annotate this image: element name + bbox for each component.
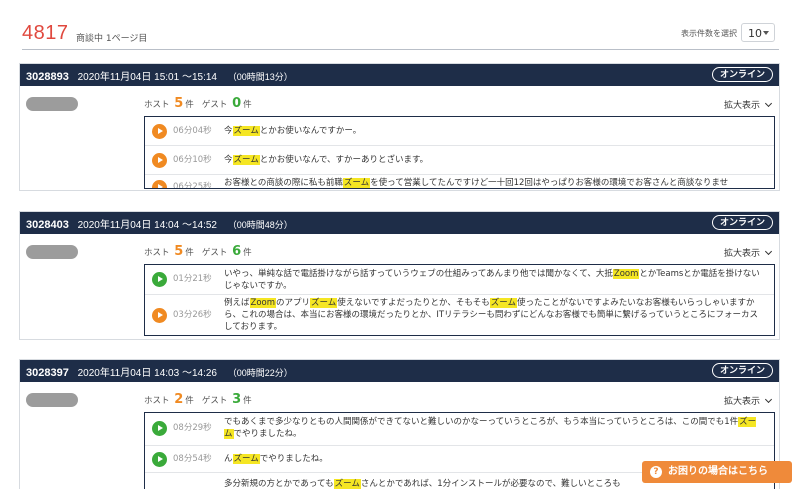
meeting-datetime: 2020年11月04日 14:03 ～14:26	[77, 368, 217, 379]
play-icon[interactable]	[152, 308, 167, 323]
guest-label: ゲスト	[201, 396, 228, 406]
keyword-highlight: ズーム	[232, 155, 260, 165]
meeting-duration: （00時間48分）	[227, 220, 293, 230]
expand-toggle[interactable]: 拡大表示	[723, 246, 773, 259]
host-unit: 件	[185, 396, 194, 406]
chevron-down-icon	[763, 31, 769, 35]
keyword-highlight: ズーム	[333, 479, 361, 489]
guest-count: 3	[232, 392, 242, 407]
play-icon[interactable]	[152, 272, 167, 287]
page: 4817 商談中 1ページ目 表示件数を選択 10 3028893 2020年1…	[0, 0, 800, 489]
help-label: お困りの場合はこちら	[668, 466, 768, 477]
meeting-card-header: 3028893 2020年11月04日 15:01 ～15:14 （00時間13…	[20, 64, 779, 86]
meeting-datetime: 2020年11月04日 14:04 ～14:52	[77, 220, 217, 231]
page-size-label: 表示件数を選択	[681, 29, 737, 38]
expand-label: 拡大表示	[723, 397, 760, 407]
meeting-card-header: 3028397 2020年11月04日 14:03 ～14:26 （00時間22…	[20, 360, 779, 382]
expand-toggle[interactable]: 拡大表示	[723, 98, 773, 111]
guest-unit: 件	[243, 100, 252, 110]
avatar	[26, 97, 78, 111]
host-unit: 件	[185, 100, 194, 110]
host-count: 5	[174, 244, 184, 259]
host-unit: 件	[185, 248, 194, 258]
timestamp[interactable]: 06分25秒	[173, 181, 212, 188]
transcript-text: いやっ、単純な話で電話掛けながら話すっていうウェブの仕組みってあんまり他では聞か…	[224, 269, 760, 291]
transcript-text: 例えばZoomのアプリズーム使えないですよだったりとか、そもそもズーム使ったこと…	[224, 298, 758, 332]
host-count: 5	[174, 96, 184, 111]
transcript-text: 今ズームとかお使いなんで、すかーありとざいます。	[224, 155, 429, 165]
transcript-row: 03分26秒 例えばZoomのアプリズーム使えないですよだったりとか、そもそもズ…	[145, 295, 774, 335]
question-icon: ?	[650, 466, 662, 478]
keyword-highlight: Zoom	[612, 269, 640, 279]
timestamp[interactable]: 08分54秒	[173, 453, 212, 465]
transcript-text: でもあくまで多少なりともの人間関係ができてないと難しいのかなーっていうところが、…	[224, 417, 757, 439]
transcript-text: 今ズームとかお使いなんですかー。	[224, 126, 362, 136]
online-badge: オンライン	[711, 363, 773, 378]
host-label: ホスト	[144, 100, 170, 110]
keyword-highlight: ズーム	[489, 298, 517, 308]
transcript-list: 01分21秒 いやっ、単純な話で電話掛けながら話すっていうウェブの仕組みってあん…	[144, 264, 775, 336]
expand-label: 拡大表示	[723, 101, 760, 111]
keyword-highlight: Zoom	[249, 298, 277, 308]
transcript-row: 01分21秒 いやっ、単純な話で電話掛けながら話すっていうウェブの仕組みってあん…	[145, 265, 774, 295]
result-page-info: 商談中 1ページ目	[76, 34, 148, 44]
play-icon[interactable]	[152, 421, 167, 436]
avatar	[26, 245, 78, 259]
guest-count: 6	[232, 244, 242, 259]
meeting-id[interactable]: 3028403	[26, 219, 69, 231]
transcript-row: 06分25秒 お客様との商談の際に私も前職ズームを使って営業してたんですけど一十…	[145, 175, 774, 188]
participant-counts: ホスト 5件 ゲスト 0件	[144, 96, 252, 111]
meeting-card: 3028893 2020年11月04日 15:01 ～15:14 （00時間13…	[19, 63, 780, 191]
meeting-duration: （00時間13分）	[227, 72, 293, 82]
result-count: 4817	[22, 22, 69, 44]
participant-counts: ホスト 2件 ゲスト 3件	[144, 392, 252, 407]
page-size-select[interactable]: 10	[741, 23, 775, 42]
timestamp[interactable]: 06分10秒	[173, 154, 212, 166]
keyword-highlight: ズーム	[232, 126, 260, 136]
timestamp[interactable]: 03分26秒	[173, 309, 212, 321]
keyword-highlight: ズーム	[342, 178, 371, 188]
keyword-highlight: ズーム	[232, 454, 260, 464]
expand-label: 拡大表示	[723, 249, 760, 259]
guest-count: 0	[232, 96, 242, 111]
results-header: 4817 商談中 1ページ目 表示件数を選択 10	[22, 22, 779, 50]
guest-unit: 件	[243, 396, 252, 406]
transcript-row: 06分10秒 今ズームとかお使いなんで、すかーありとざいます。	[145, 146, 774, 175]
timestamp[interactable]: 06分04秒	[173, 125, 212, 137]
transcript-row: 06分04秒 今ズームとかお使いなんですかー。	[145, 117, 774, 146]
help-button[interactable]: ? お困りの場合はこちら	[642, 461, 792, 483]
guest-unit: 件	[243, 248, 252, 258]
avatar	[26, 393, 78, 407]
meeting-duration: （00時間22分）	[227, 368, 293, 378]
play-icon[interactable]	[152, 153, 167, 168]
transcript-text: お客様との商談の際に私も前職ズームを使って営業してたんですけど一十回12回はやっ…	[224, 178, 729, 188]
guest-label: ゲスト	[201, 100, 228, 110]
host-count: 2	[174, 392, 184, 407]
play-icon[interactable]	[152, 124, 167, 139]
chevron-down-icon	[764, 247, 773, 256]
play-icon[interactable]	[152, 180, 167, 188]
play-icon[interactable]	[152, 452, 167, 467]
chevron-down-icon	[764, 395, 773, 404]
expand-toggle[interactable]: 拡大表示	[723, 394, 773, 407]
keyword-highlight: ズーム	[310, 298, 338, 308]
timestamp[interactable]: 01分21秒	[173, 273, 212, 285]
page-size-value: 10	[748, 27, 762, 40]
meeting-id[interactable]: 3028397	[26, 367, 69, 379]
transcript-row: 08分29秒 でもあくまで多少なりともの人間関係ができてないと難しいのかなーって…	[145, 413, 774, 446]
transcript-list: 06分04秒 今ズームとかお使いなんですかー。 06分10秒 今ズームとかお使い…	[144, 116, 775, 189]
meeting-card: 3028403 2020年11月04日 14:04 ～14:52 （00時間48…	[19, 211, 780, 340]
host-label: ホスト	[144, 396, 170, 406]
online-badge: オンライン	[711, 215, 773, 230]
participant-counts: ホスト 5件 ゲスト 6件	[144, 244, 252, 259]
chevron-down-icon	[764, 99, 773, 108]
meeting-datetime: 2020年11月04日 15:01 ～15:14	[77, 72, 217, 83]
meeting-card-header: 3028403 2020年11月04日 14:04 ～14:52 （00時間48…	[20, 212, 779, 234]
online-badge: オンライン	[711, 67, 773, 82]
host-label: ホスト	[144, 248, 170, 258]
timestamp[interactable]: 08分29秒	[173, 422, 212, 434]
meeting-id[interactable]: 3028893	[26, 71, 69, 83]
guest-label: ゲスト	[201, 248, 228, 258]
